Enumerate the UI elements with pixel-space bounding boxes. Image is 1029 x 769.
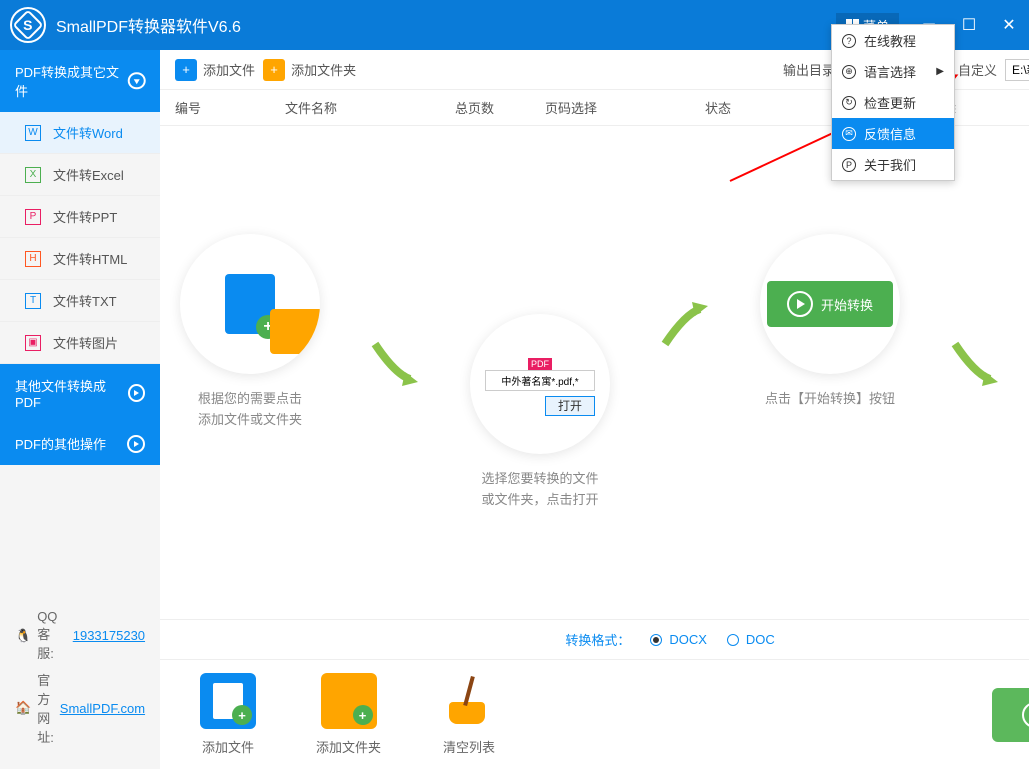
start-convert-button[interactable]: 开始转换: [992, 688, 1029, 742]
plus-icon: +: [263, 59, 285, 81]
menu-feedback[interactable]: ✉反馈信息: [832, 118, 954, 149]
bottom-clear[interactable]: 清空列表: [441, 673, 497, 756]
home-icon: 🏠: [15, 700, 31, 716]
folder-icon: [270, 309, 320, 354]
sidebar-section-topdf[interactable]: 其他文件转换成PDF: [0, 364, 160, 422]
app-title: SmallPDF转换器软件V6.6: [56, 13, 241, 37]
arrow-icon: [370, 334, 420, 394]
bottom-add-file[interactable]: + 添加文件: [200, 673, 256, 756]
play-icon: [1022, 702, 1029, 728]
site-link[interactable]: SmallPDF.com: [60, 701, 145, 716]
bottom-bar: + 添加文件 + 添加文件夹 清空列表: [160, 659, 1029, 769]
ppt-icon: P: [25, 209, 41, 225]
th-range: 页码选择: [545, 98, 705, 117]
menu-update[interactable]: ↻检查更新: [832, 87, 954, 118]
menu-about[interactable]: P关于我们: [832, 149, 954, 180]
chevron-right-icon: ▶: [936, 66, 944, 77]
menu-language[interactable]: ⊕语言选择▶: [832, 56, 954, 87]
qq-link[interactable]: 1933175230: [73, 628, 145, 643]
step-3: 开始转换 点击【开始转换】按钮: [740, 234, 920, 410]
qq-icon: 🐧: [15, 628, 31, 644]
add-folder-button[interactable]: +添加文件夹: [263, 59, 356, 81]
sidebar-item-excel[interactable]: X文件转Excel: [0, 154, 160, 196]
help-icon: ?: [842, 34, 856, 48]
sidebar-section-other[interactable]: PDF的其他操作: [0, 422, 160, 465]
plus-icon: +: [175, 59, 197, 81]
arrow-icon: [660, 294, 710, 354]
document-add-icon: +: [200, 673, 256, 729]
sidebar-item-html[interactable]: H文件转HTML: [0, 238, 160, 280]
dropdown-menu: ?在线教程 ⊕语言选择▶ ↻检查更新 ✉反馈信息 P关于我们: [831, 24, 955, 181]
play-icon: [787, 291, 813, 317]
th-pages: 总页数: [455, 98, 545, 117]
sidebar-item-txt[interactable]: T文件转TXT: [0, 280, 160, 322]
excel-icon: X: [25, 167, 41, 183]
html-icon: H: [25, 251, 41, 267]
menu-tutorial[interactable]: ?在线教程: [832, 25, 954, 56]
chevron-down-icon: [127, 72, 145, 89]
open-button[interactable]: 打开: [545, 396, 595, 416]
txt-icon: T: [25, 293, 41, 309]
titlebar: S SmallPDF转换器软件V6.6 菜单 ─ ☐ ✕ ?在线教程 ⊕语言选择…: [0, 0, 1029, 50]
th-id: 编号: [175, 98, 285, 117]
radio-docx[interactable]: DOCX: [650, 632, 707, 647]
step-1: 根据您的需要点击 添加文件或文件夹: [160, 234, 340, 431]
th-name: 文件名称: [285, 98, 455, 117]
word-icon: W: [25, 125, 41, 141]
app-logo: S: [10, 7, 46, 43]
sidebar: PDF转换成其它文件 W文件转Word X文件转Excel P文件转PPT H文…: [0, 50, 160, 769]
broom-icon: [441, 673, 497, 729]
close-button[interactable]: ✕: [989, 5, 1029, 45]
workspace: 根据您的需要点击 添加文件或文件夹 PDF 中外著名寓*.pdf,* 打开 选择…: [160, 126, 1029, 619]
globe-icon: ⊕: [842, 65, 856, 79]
image-icon: ▣: [25, 335, 41, 351]
bottom-add-folder[interactable]: + 添加文件夹: [316, 673, 381, 756]
feedback-icon: ✉: [842, 127, 856, 141]
sidebar-footer: 🐧QQ 客服:1933175230 🏠官方网址:SmallPDF.com: [0, 594, 160, 769]
format-bar: 转换格式： DOCX DOC: [160, 619, 1029, 659]
arrow-icon: [950, 334, 1000, 394]
path-input[interactable]: [1005, 59, 1029, 81]
format-label: 转换格式：: [565, 630, 630, 649]
step-2: PDF 中外著名寓*.pdf,* 打开 选择您要转换的文件 或文件夹，点击打开: [450, 314, 630, 511]
document-icon: [225, 274, 275, 334]
app-window: S SmallPDF转换器软件V6.6 菜单 ─ ☐ ✕ ?在线教程 ⊕语言选择…: [0, 0, 1029, 769]
chevron-right-icon: [127, 435, 145, 453]
refresh-icon: ↻: [842, 96, 856, 110]
sidebar-item-image[interactable]: ▣文件转图片: [0, 322, 160, 364]
add-file-button[interactable]: +添加文件: [175, 59, 255, 81]
sidebar-header[interactable]: PDF转换成其它文件: [0, 50, 160, 112]
info-icon: P: [842, 158, 856, 172]
chevron-right-icon: [128, 384, 145, 402]
maximize-button[interactable]: ☐: [949, 5, 989, 45]
radio-doc[interactable]: DOC: [727, 632, 775, 647]
convert-button-preview: 开始转换: [767, 281, 893, 327]
sidebar-item-ppt[interactable]: P文件转PPT: [0, 196, 160, 238]
folder-add-icon: +: [321, 673, 377, 729]
sidebar-item-word[interactable]: W文件转Word: [0, 112, 160, 154]
